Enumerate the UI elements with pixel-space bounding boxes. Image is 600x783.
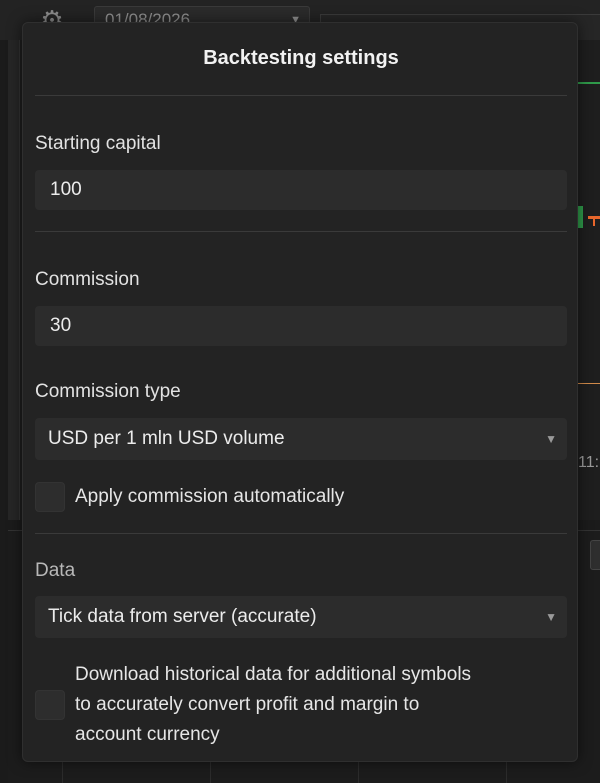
- chevron-down-icon: ▼: [545, 610, 557, 624]
- grid-line: [506, 760, 507, 783]
- background-small-button[interactable]: [590, 540, 600, 570]
- data-source-value: Tick data from server (accurate): [48, 606, 317, 627]
- starting-capital-label: Starting capital: [35, 133, 161, 154]
- apply-commission-checkbox[interactable]: [35, 482, 65, 512]
- divider: [35, 231, 567, 232]
- grid-line: [358, 760, 359, 783]
- divider: [35, 95, 567, 96]
- starting-capital-input[interactable]: 100: [35, 170, 567, 210]
- commission-label: Commission: [35, 269, 140, 290]
- chart-orange-line: [578, 383, 600, 384]
- data-label: Data: [35, 560, 76, 581]
- grid-line: [210, 760, 211, 783]
- download-historical-line1: Download historical data for additional …: [75, 664, 472, 685]
- chart-time-label: 11:: [578, 454, 600, 471]
- divider: [35, 533, 567, 534]
- commission-type-label: Commission type: [35, 381, 181, 402]
- chart-candle-green: [578, 206, 583, 228]
- data-source-select[interactable]: Tick data from server (accurate) ▼: [35, 596, 567, 638]
- download-historical-line3: account currency: [75, 724, 220, 745]
- background-left-rail: [8, 40, 20, 520]
- commission-input[interactable]: 30: [35, 306, 567, 346]
- download-historical-checkbox[interactable]: [35, 690, 65, 720]
- chevron-down-icon: ▼: [545, 432, 557, 446]
- commission-type-value: USD per 1 mln USD volume: [48, 428, 285, 449]
- popup-title: Backtesting settings: [203, 47, 399, 69]
- download-historical-label[interactable]: Download historical data for additional …: [75, 660, 565, 750]
- grid-line: [62, 760, 63, 783]
- backtesting-settings-popup: Backtesting settings Starting capital 10…: [22, 22, 578, 762]
- chart-candle-orange-wick: [593, 216, 595, 226]
- download-historical-line2: to accurately convert profit and margin …: [75, 694, 420, 715]
- apply-commission-label[interactable]: Apply commission automatically: [75, 482, 344, 512]
- commission-type-select[interactable]: USD per 1 mln USD volume ▼: [35, 418, 567, 460]
- chart-price-line: [578, 82, 600, 84]
